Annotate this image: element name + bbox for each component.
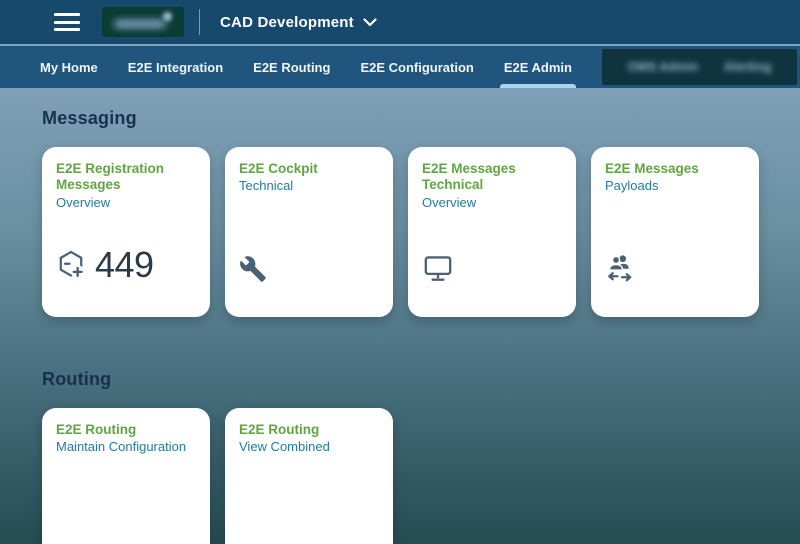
tab-redacted-2[interactable]: Alerting [724,60,771,74]
main-nav: My Home E2E Integration E2E Routing E2E … [0,46,800,88]
company-logo [102,7,184,37]
tile-title: E2E Routing [56,422,137,437]
top-bar: CAD Development [0,0,800,46]
tile-subtitle: Payloads [605,178,659,194]
app-title: CAD Development [220,13,354,31]
section-messaging: Messaging E2E Registration Messages Over… [42,108,759,317]
tile-e2e-messages-payloads[interactable]: E2E Messages Payloads [591,147,759,317]
tile-title: E2E Messages Technical [422,161,516,193]
tile-e2e-routing-view-combined[interactable]: E2E Routing View Combined [225,408,393,544]
tab-e2e-routing[interactable]: E2E Routing [253,46,330,88]
tile-kpi [239,255,379,283]
section-routing: Routing E2E Routing Maintain Configurati… [42,369,758,544]
tile-e2e-messages-technical[interactable]: E2E Messages Technical Overview [408,147,576,317]
tab-e2e-admin[interactable]: E2E Admin [499,46,577,88]
tile-count: 449 [95,244,154,285]
tile-e2e-routing-maintain[interactable]: E2E Routing Maintain Configuration [42,408,210,544]
routing-tile-row: E2E Routing Maintain Configuration E2E R… [42,408,758,544]
tile-subtitle: Overview [422,194,477,210]
launchpad-page: CAD Development My Home E2E Integration … [0,0,800,544]
tile-subtitle: View Combined [239,439,330,455]
tab-redacted-1[interactable]: OMS Admin [628,60,698,74]
header-divider [199,9,200,35]
tab-my-home[interactable]: My Home [40,46,98,88]
tile-title: E2E Registration Messages [56,161,165,193]
hexagon-add-icon [59,250,85,279]
hamburger-icon[interactable] [54,13,80,31]
tile-title: E2E Messages [605,161,699,176]
tile-title: E2E Cockpit [239,161,318,176]
chevron-down-icon [363,17,377,26]
tile-kpi [605,253,745,283]
tile-e2e-cockpit[interactable]: E2E Cockpit Technical [225,147,393,317]
people-transfer-icon [608,255,632,282]
logo-redacted-blur [114,20,166,28]
wrench-icon [240,256,266,282]
messaging-tile-row: E2E Registration Messages Overview 449 E… [42,147,759,317]
tile-subtitle: Overview [56,194,111,210]
tile-subtitle: Maintain Configuration [56,439,187,455]
tile-kpi: 449 [56,247,196,283]
tab-e2e-integration[interactable]: E2E Integration [128,46,223,88]
section-title-messaging: Messaging [42,108,137,128]
tile-e2e-registration-messages[interactable]: E2E Registration Messages Overview 449 [42,147,210,317]
launchpad-content: Messaging E2E Registration Messages Over… [0,88,800,544]
tile-kpi [422,255,562,283]
redacted-tabs-group: OMS Admin Alerting [601,49,797,85]
tile-title: E2E Routing [239,422,320,437]
tile-subtitle: Technical [239,178,294,194]
monitor-icon [424,256,452,281]
section-title-routing: Routing [42,369,112,389]
app-title-dropdown[interactable]: CAD Development [220,14,377,31]
tab-e2e-configuration[interactable]: E2E Configuration [360,46,473,88]
logo-redacted-dot [163,12,172,21]
